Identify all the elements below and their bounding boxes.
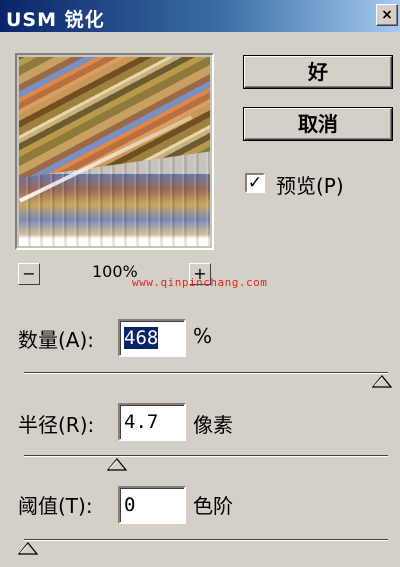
threshold-unit: 色阶 — [193, 494, 233, 518]
window-title: USM 锐化 — [6, 9, 105, 31]
checkmark-icon: ✓ — [247, 173, 263, 193]
amount-value: 468 — [124, 327, 159, 349]
zoom-level: 100% — [92, 262, 138, 281]
ok-button[interactable]: 好 — [244, 56, 392, 88]
radius-label: 半径(R): — [18, 413, 95, 437]
amount-unit: % — [193, 324, 213, 348]
radius-value: 4.7 — [124, 411, 159, 433]
cancel-button[interactable]: 取消 — [244, 108, 392, 140]
title-bar: USM 锐化 × — [0, 0, 400, 32]
close-icon: × — [381, 7, 393, 23]
minus-icon: − — [22, 264, 36, 283]
radius-unit: 像素 — [193, 413, 233, 437]
amount-input[interactable]: 468 — [118, 319, 186, 357]
watermark: www.qinpinchang.com — [132, 276, 268, 289]
preview-image[interactable] — [19, 57, 210, 246]
amount-label: 数量(A): — [18, 328, 95, 352]
radius-slider-track[interactable] — [24, 455, 388, 457]
close-button[interactable]: × — [376, 4, 398, 26]
threshold-label: 阈值(T): — [18, 494, 93, 518]
preview-checkbox-label[interactable]: 预览(P) — [276, 170, 344, 199]
zoom-out-button[interactable]: − — [18, 263, 40, 285]
ok-button-label: 好 — [308, 60, 328, 84]
radius-input[interactable]: 4.7 — [118, 403, 186, 441]
amount-slider-track[interactable] — [24, 372, 388, 374]
preview-frame — [15, 53, 214, 250]
threshold-input[interactable]: 0 — [118, 486, 186, 524]
preview-checkbox[interactable]: ✓ — [245, 173, 265, 193]
threshold-value: 0 — [124, 494, 136, 516]
cancel-button-label: 取消 — [298, 112, 338, 136]
threshold-slider-track[interactable] — [24, 539, 388, 541]
